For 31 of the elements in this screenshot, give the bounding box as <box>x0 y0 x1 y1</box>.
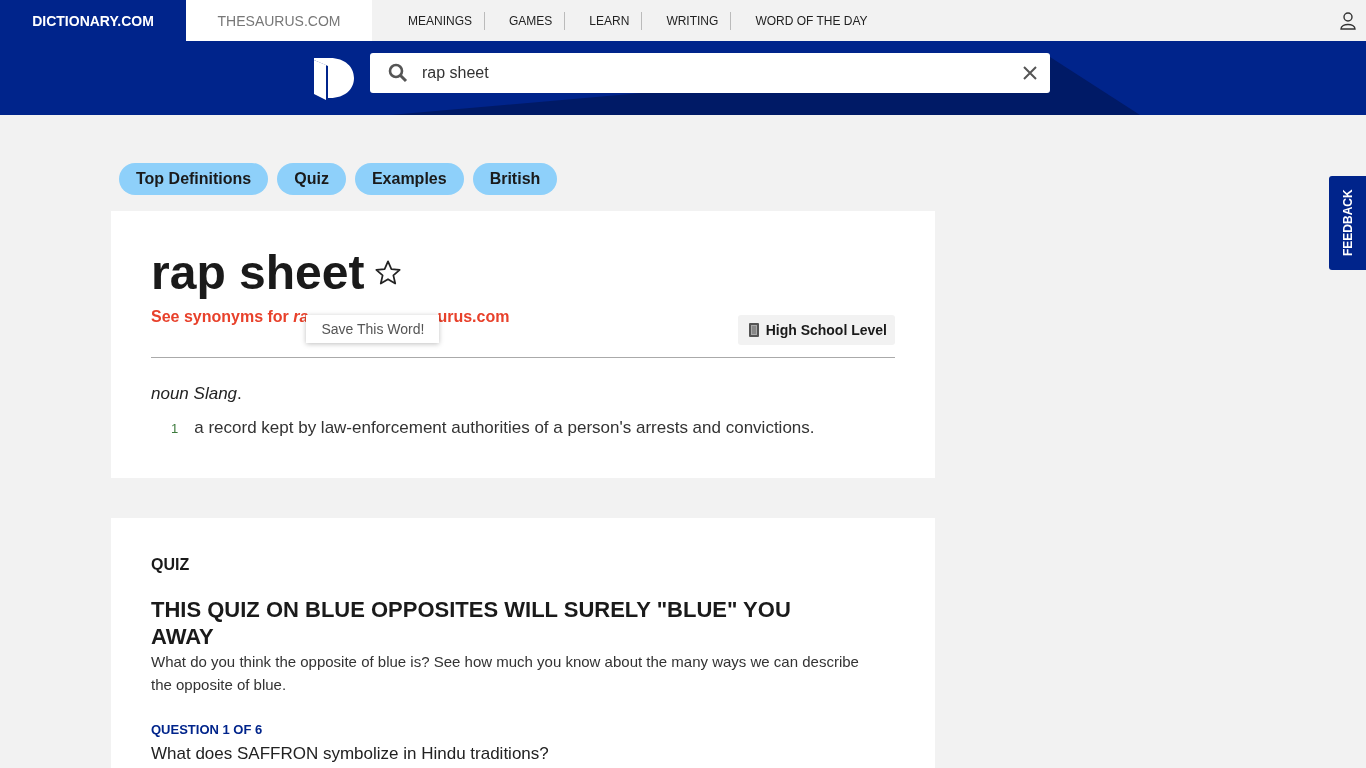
book-icon <box>747 322 760 338</box>
headword: rap sheet <box>151 245 365 301</box>
synonyms-link[interactable]: urus.com <box>437 308 510 326</box>
definition-text: a record kept by law-enforcement authorities of a person's arrests and convictions. <box>194 418 815 438</box>
section-pill[interactable]: Examples <box>354 163 464 195</box>
logo-icon[interactable] <box>314 56 354 100</box>
section-pill[interactable]: British <box>472 163 558 195</box>
nav-link[interactable]: MEANINGS <box>396 13 484 28</box>
quiz-description: What do you think the opposite of blue is? See how much you know about the many ways we can describe the opposite of blue. <box>151 652 860 695</box>
section-pill[interactable]: Top Definitions <box>119 163 269 195</box>
level-badge: High School Level <box>737 315 895 345</box>
part-of-speech: noun Slang. <box>151 384 243 404</box>
quiz-question: What does SAFFRON symbolize in Hindu traditions? <box>151 744 550 764</box>
section-pill[interactable]: Quiz <box>277 163 346 195</box>
definition-number: 1 <box>171 421 179 438</box>
star-icon[interactable] <box>374 259 403 287</box>
section-label: QUIZ <box>151 556 191 574</box>
site-tab[interactable]: DICTIONARY.COM <box>0 0 186 41</box>
nav-link[interactable]: WRITING <box>642 13 731 28</box>
user-icon[interactable] <box>1340 11 1356 30</box>
feedback-tab[interactable]: FEEDBACK <box>1329 176 1366 270</box>
quiz-title: THIS QUIZ ON BLUE OPPOSITES WILL SURELY "BLUE" YOU AWAY <box>151 596 792 650</box>
question-counter: QUESTION 1 OF 6 <box>151 722 264 737</box>
nav-link[interactable]: WORD OF THE DAY <box>731 13 880 28</box>
clear-icon[interactable] <box>1022 65 1038 81</box>
tooltip: Save This Word! <box>306 315 440 343</box>
search-icon <box>388 63 408 83</box>
site-tab[interactable]: THESAURUS.COM <box>186 0 372 41</box>
nav-link[interactable]: GAMES <box>485 13 565 28</box>
search-field[interactable]: rap sheet <box>370 53 1050 93</box>
nav-link[interactable]: LEARN <box>565 13 642 28</box>
